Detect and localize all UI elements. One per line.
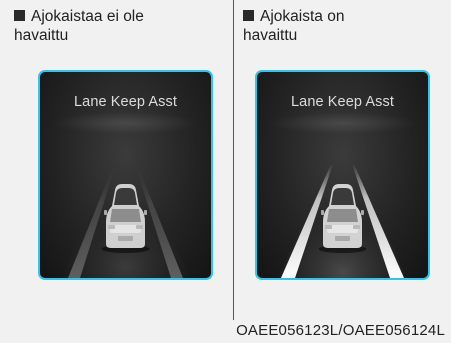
road-lanes-graphic [278, 164, 407, 278]
cluster-display-inner: Lane Keep Asst [40, 72, 211, 278]
caption-line2: havaittu [14, 27, 69, 44]
cluster-display-inner: Lane Keep Asst [257, 72, 428, 278]
square-bullet-icon [243, 10, 254, 21]
caption-line1: Ajokaistaa ei ole [31, 8, 144, 25]
cluster-display: Lane Keep Asst [38, 70, 213, 280]
cluster-display: Lane Keep Asst [255, 70, 430, 280]
lane-not-detected-panel: Ajokaistaa ei ole havaittu Lane Keep Ass… [0, 0, 222, 320]
caption-line2: havaittu [243, 27, 298, 44]
lane-detected-panel: Ajokaista on havaittu Lane Keep Asst [229, 0, 451, 320]
square-bullet-icon [14, 10, 25, 21]
road-lanes-graphic [61, 164, 190, 278]
panel-caption: Ajokaista on havaittu [243, 7, 448, 45]
panel-caption: Ajokaistaa ei ole havaittu [14, 7, 219, 45]
figure-reference-code: OAEE056123L/OAEE056124L [236, 322, 445, 339]
caption-line1: Ajokaista on [260, 8, 345, 25]
